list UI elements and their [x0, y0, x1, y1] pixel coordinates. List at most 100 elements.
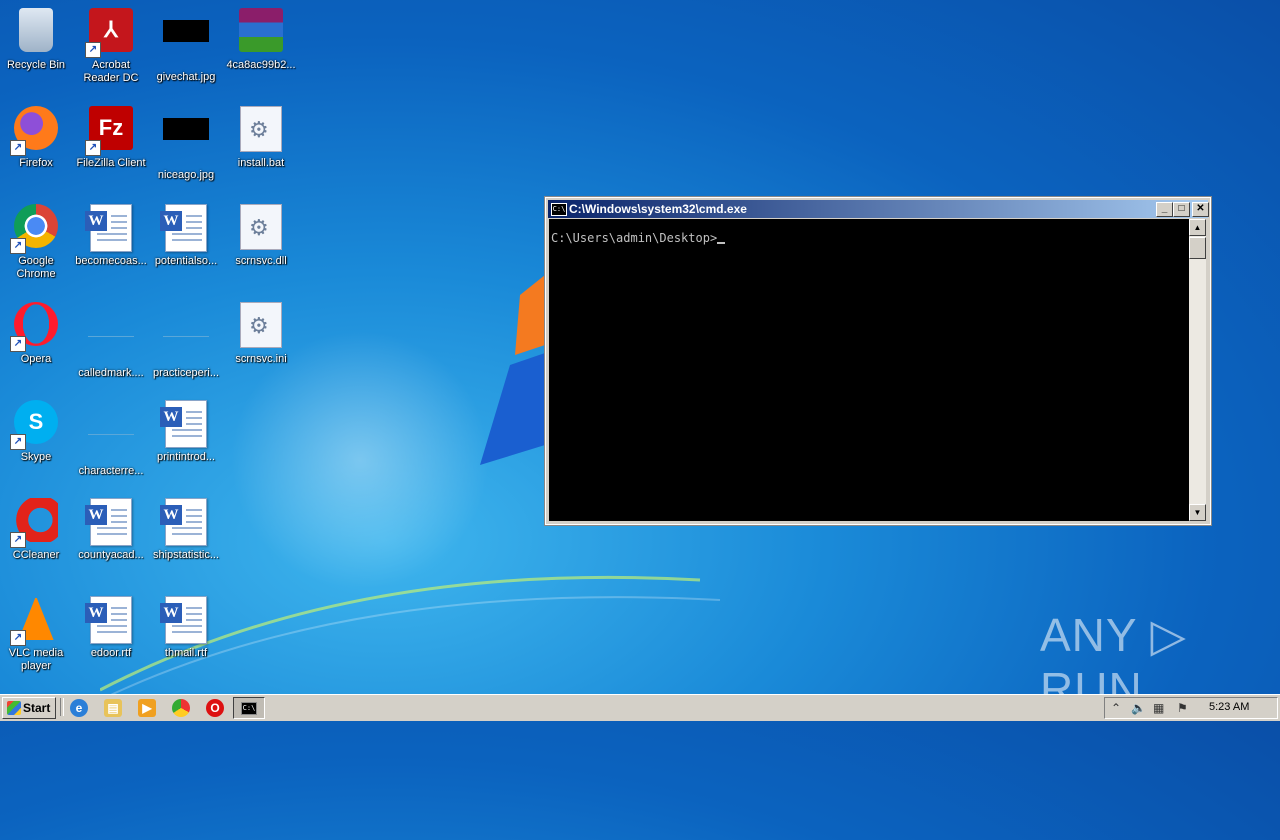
action-center-flag-icon[interactable]: ⚑: [1177, 701, 1188, 715]
desktop-icon-label: scrnsvc.ini: [235, 353, 287, 365]
desktop-icon[interactable]: ⚙ scrnsvc.ini: [223, 302, 299, 366]
acrobat-icon: ⅄ ↗: [85, 8, 135, 58]
desktop-icon[interactable]: niceago.jpg: [148, 106, 224, 182]
desktop-icon[interactable]: Fz ↗ FileZilla Client: [73, 106, 149, 170]
shortcut-arrow-icon: ↗: [85, 42, 101, 58]
desktop-icon-label: thmail.rtf: [164, 647, 208, 659]
batch-file-icon: ⚙: [237, 106, 285, 154]
start-label: Start: [23, 701, 51, 715]
desktop-icon-label: printintrod...: [156, 451, 216, 463]
word-doc-icon: W: [160, 498, 210, 546]
desktop-icon-label: CCleaner: [12, 549, 60, 561]
desktop-icon-label: countyacad...: [78, 549, 144, 561]
opera-icon: ↗: [10, 302, 60, 352]
firefox-icon: ↗: [10, 106, 60, 156]
desktop-icon[interactable]: ⚙ install.bat: [223, 106, 299, 170]
vertical-scrollbar[interactable]: ▲ ▼: [1189, 219, 1206, 521]
desktop-icon-label: niceago.jpg: [157, 169, 215, 181]
desktop-icon-label: VLC media player: [8, 647, 64, 672]
desktop-icon[interactable]: practiceperi...: [148, 302, 224, 380]
shortcut-arrow-icon: ↗: [10, 336, 26, 352]
desktop-icon-label: givechat.jpg: [156, 71, 216, 83]
cmd-system-icon[interactable]: C:\: [551, 203, 567, 216]
shortcut-arrow-icon: ↗: [10, 434, 26, 450]
desktop-icon-label: scrnsvc.dll: [235, 255, 287, 267]
desktop-icon-label: Opera: [20, 353, 52, 365]
desktop-icon-label: FileZilla Client: [76, 157, 146, 169]
media-player-icon[interactable]: ▶: [138, 699, 156, 717]
desktop-icon[interactable]: ↗ Opera: [0, 302, 74, 366]
desktop-icon-label: Google Chrome: [16, 255, 56, 280]
desktop-icon[interactable]: ↗ CCleaner: [0, 498, 74, 562]
desktop-icon[interactable]: Wcountyacad...: [73, 498, 149, 562]
desktop-icon[interactable]: Wshipstatistic...: [148, 498, 224, 562]
cmd-taskbar-icon: C:\: [241, 702, 257, 715]
folder-icon[interactable]: ▤: [104, 699, 122, 717]
desktop-icon[interactable]: Wedoor.rtf: [73, 596, 149, 660]
text-cursor: [717, 242, 726, 244]
desktop-icon-label: Firefox: [19, 157, 53, 169]
desktop-icon-label: characterre...: [78, 465, 144, 477]
blank-file-icon: [162, 316, 210, 364]
word-doc-icon: W: [160, 204, 210, 252]
console-line: C:\Users\admin\Desktop>: [551, 231, 726, 245]
desktop-icon[interactable]: Recycle Bin: [0, 8, 74, 72]
shortcut-arrow-icon: ↗: [85, 140, 101, 156]
desktop-icon-label: 4ca8ac99b2...: [226, 59, 296, 71]
desktop-icon[interactable]: Wpotentialso...: [148, 204, 224, 268]
desktop-icon[interactable]: 4ca8ac99b2...: [223, 8, 299, 72]
word-doc-icon: W: [85, 204, 135, 252]
cmd-window-title: C:\Windows\system32\cmd.exe: [569, 202, 747, 216]
network-icon[interactable]: ▦: [1153, 701, 1164, 715]
clock[interactable]: 5:23 AM: [1209, 701, 1249, 713]
blank-file-icon: [87, 414, 135, 462]
desktop-icon[interactable]: ⅄ ↗ Acrobat Reader DC: [73, 8, 149, 85]
image-file-icon: [162, 118, 210, 166]
desktop-icon[interactable]: ↗ Google Chrome: [0, 204, 74, 281]
console-area[interactable]: C:\Users\admin\Desktop>: [549, 219, 1189, 521]
close-button[interactable]: ✕: [1192, 202, 1209, 217]
desktop-icon[interactable]: Wprintintrod...: [148, 400, 224, 464]
start-button[interactable]: Start: [2, 697, 56, 719]
skype-icon: S ↗: [10, 400, 60, 450]
cmd-titlebar[interactable]: C:\ C:\Windows\system32\cmd.exe _ □ ✕: [548, 200, 1209, 218]
minimize-button[interactable]: _: [1156, 202, 1173, 217]
ccleaner-icon: ↗: [10, 498, 60, 548]
desktop-icon[interactable]: calledmark....: [73, 302, 149, 380]
taskbar-cmd-button[interactable]: C:\: [233, 697, 265, 719]
scroll-up-arrow-icon[interactable]: ▲: [1189, 219, 1206, 236]
windows-flag-icon: [7, 701, 21, 715]
desktop-icon[interactable]: S ↗ Skype: [0, 400, 74, 464]
desktop-icon[interactable]: givechat.jpg: [148, 8, 224, 84]
chrome-taskbar-icon[interactable]: [172, 699, 190, 717]
winrar-icon: [237, 8, 285, 56]
scroll-down-arrow-icon[interactable]: ▼: [1189, 504, 1206, 521]
desktop-icon-label: practiceperi...: [152, 367, 220, 379]
desktop-icon[interactable]: ⚙ scrnsvc.dll: [223, 204, 299, 268]
volume-icon[interactable]: 🔈: [1131, 701, 1146, 715]
desktop-icon[interactable]: ↗ VLC media player: [0, 596, 74, 673]
command-prompt: C:\Users\admin\Desktop>: [551, 231, 718, 245]
blank-file-icon: [87, 316, 135, 364]
scrollbar-thumb[interactable]: [1189, 237, 1206, 259]
desktop-icon[interactable]: ↗ Firefox: [0, 106, 74, 170]
desktop-icon-label: potentialso...: [154, 255, 218, 267]
opera-taskbar-icon[interactable]: O: [206, 699, 224, 717]
show-hidden-icons-icon[interactable]: ⌃: [1111, 701, 1121, 715]
maximize-button[interactable]: □: [1173, 202, 1190, 217]
internet-explorer-icon[interactable]: e: [70, 699, 88, 717]
cmd-window[interactable]: C:\ C:\Windows\system32\cmd.exe _ □ ✕ C:…: [544, 196, 1212, 526]
desktop-icon-label: calledmark....: [78, 367, 144, 379]
desktop-icon-label: Acrobat Reader DC: [83, 59, 139, 84]
desktop-icon-label: becomecoas...: [75, 255, 147, 267]
desktop-icon-label: edoor.rtf: [90, 647, 132, 659]
recycle-bin-icon: [12, 8, 60, 56]
word-doc-icon: W: [85, 498, 135, 546]
shortcut-arrow-icon: ↗: [10, 140, 26, 156]
desktop-icon[interactable]: Wbecomecoas...: [73, 204, 149, 268]
desktop-icon-label: shipstatistic...: [152, 549, 220, 561]
desktop-icon[interactable]: Wthmail.rtf: [148, 596, 224, 660]
shortcut-arrow-icon: ↗: [10, 532, 26, 548]
ini-file-icon: ⚙: [237, 302, 285, 350]
desktop-icon[interactable]: characterre...: [73, 400, 149, 478]
